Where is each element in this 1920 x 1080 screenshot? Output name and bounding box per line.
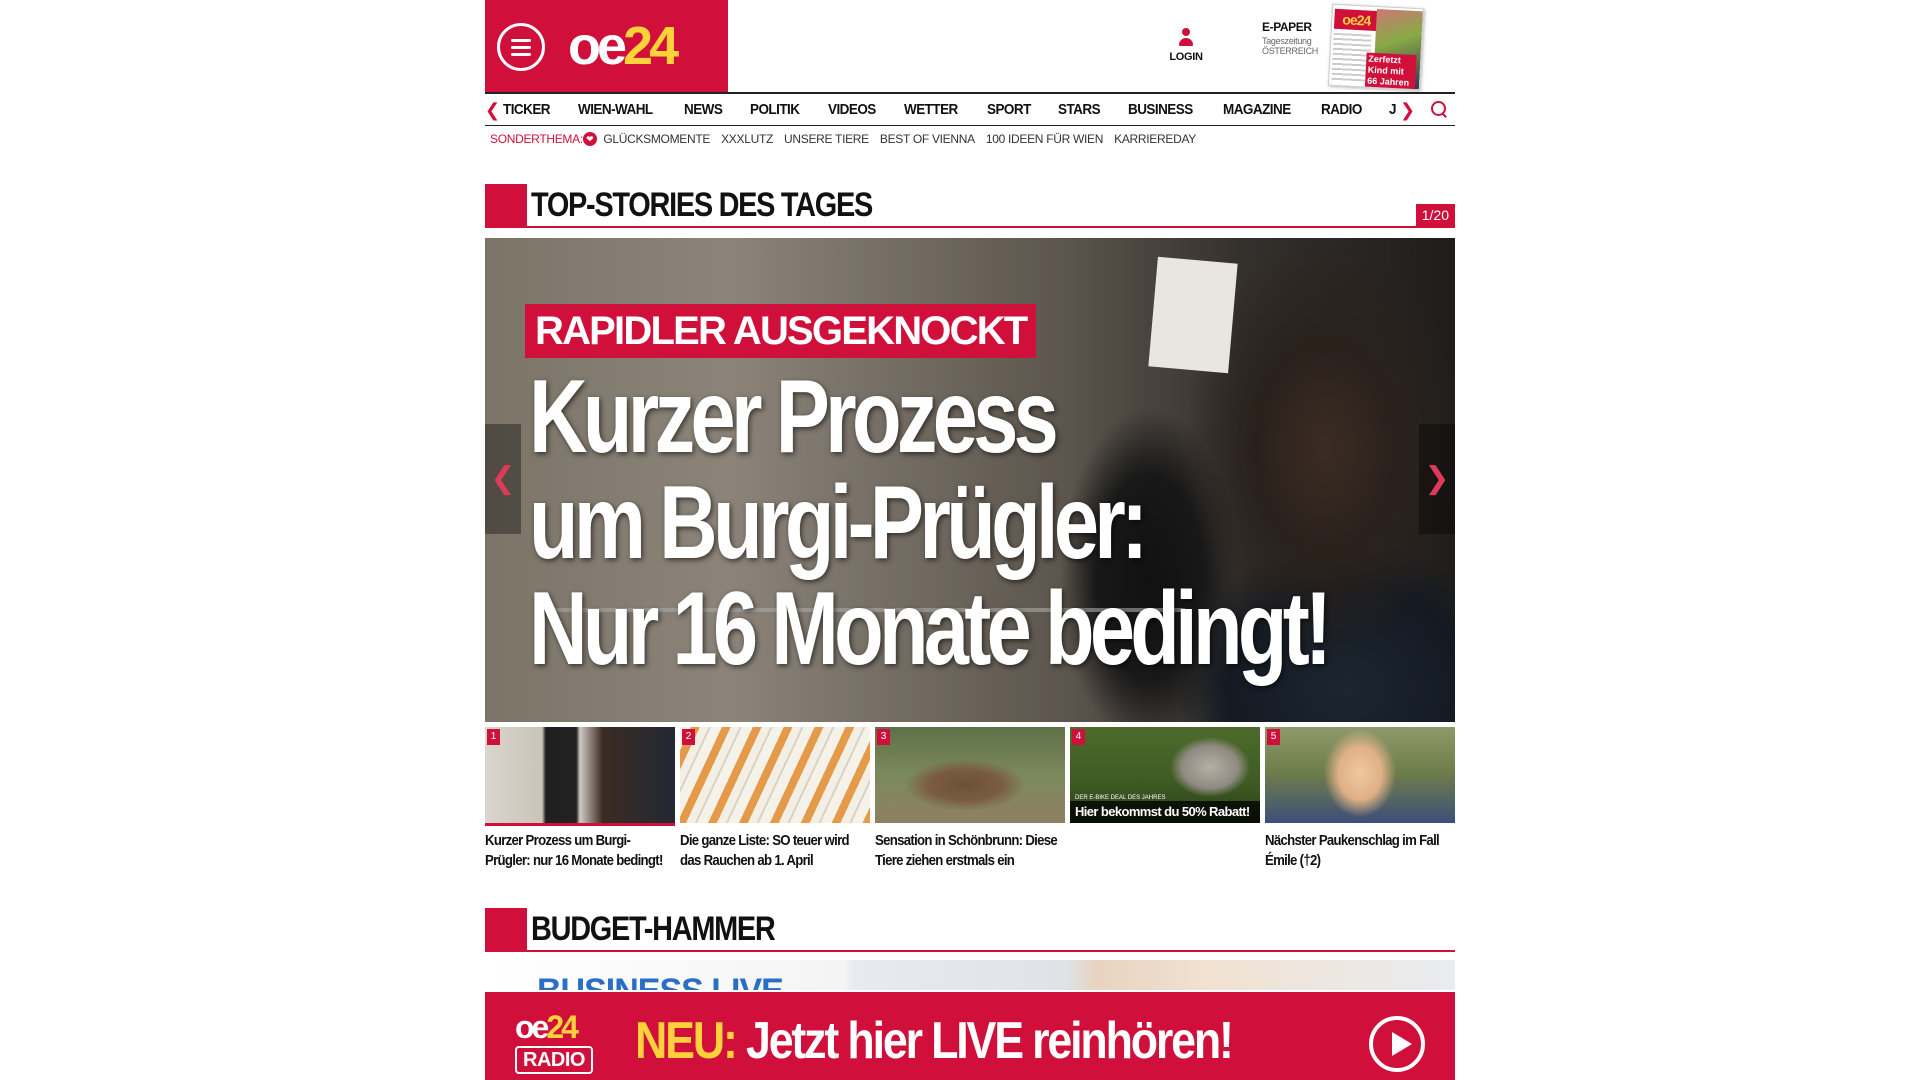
nav-item-wetter[interactable]: WETTER <box>904 94 958 126</box>
nav-item-business[interactable]: BUSINESS <box>1128 94 1193 126</box>
budget-story-preview[interactable]: BUSINESS LIVE <box>485 960 1455 990</box>
ad-strip: Hier bekommst du 50% Rabatt! <box>1070 801 1260 823</box>
radio-banner-text: NEU: Jetzt hier LIVE reinhören! <box>635 1006 1234 1076</box>
radio-logo-label: RADIO <box>515 1046 593 1074</box>
user-icon <box>1178 28 1194 48</box>
radio-logo: oe24 RADIO <box>515 1010 607 1080</box>
login-button[interactable]: LOGIN <box>1165 28 1207 63</box>
main-nav: ❮ TICKER WIEN-WAHL NEWS POLITIK VIDEOS WETTER… <box>485 92 1455 126</box>
epaper-cover-mast: oe24 <box>1333 8 1379 32</box>
special-topic-item[interactable]: 100 IDEEN FÜR WIEN <box>986 128 1104 150</box>
nav-item-ticker[interactable]: TICKER <box>503 94 551 126</box>
slider-next-icon[interactable]: ❯ <box>1419 424 1455 534</box>
section-rule <box>527 950 1455 952</box>
story-thumb-number: 2 <box>682 729 695 745</box>
heart-icon: ❤ <box>582 131 597 146</box>
radio-logo-main: oe <box>515 1009 549 1045</box>
top-stories-header: TOP-STORIES DES TAGES 1/20 <box>485 184 1455 228</box>
story-thumb-caption: Nächster Paukenschlag im Fall Émile (†2) <box>1265 832 1440 869</box>
hero-headline-line: Nur 16 Monate bedingt! <box>529 571 1332 687</box>
story-thumb-image: 2 <box>680 727 870 823</box>
search-icon[interactable] <box>1431 101 1447 117</box>
nav-item-videos[interactable]: VIDEOS <box>828 94 876 126</box>
story-thumb-number: 3 <box>877 729 890 745</box>
epaper-subtitle: Tageszeitung <box>1262 36 1312 46</box>
page: oe24 LOGIN E-PAPER Tageszeitung ÖSTERREI… <box>485 0 1455 1080</box>
story-thumb-image: 5 <box>1265 727 1455 823</box>
play-icon[interactable] <box>1369 1016 1425 1072</box>
logo-area: oe24 <box>485 0 728 92</box>
section-rule <box>527 226 1455 228</box>
story-thumb-caption: Die ganze Liste: SO teuer wird das Rauch… <box>680 832 850 869</box>
special-topic-item[interactable]: GLÜCKSMOMENTE <box>603 128 710 150</box>
special-topic-item[interactable]: UNSERE TIERE <box>784 128 869 150</box>
budget-preview-text: BUSINESS LIVE <box>537 974 784 990</box>
special-topics-bar: SONDERTHEMA: ❤ GLÜCKSMOMENTE XXXLUTZ UNSERE… <box>485 128 1455 150</box>
login-label: LOGIN <box>1169 51 1203 63</box>
active-indicator <box>485 823 675 826</box>
nav-item-news[interactable]: NEWS <box>684 94 723 126</box>
special-topic-item[interactable]: BEST OF VIENNA <box>880 128 975 150</box>
budget-header: BUDGET-HAMMER <box>485 908 1455 952</box>
hero-kicker: RAPIDLER AUSGEKNOCKT <box>525 304 1037 358</box>
nav-scroll-left-icon[interactable]: ❮ <box>485 100 500 120</box>
story-thumb-caption: Sensation in Schönbrunn: Diese Tiere zie… <box>875 832 1058 869</box>
hero-image-detail <box>1148 256 1238 374</box>
slider-prev-icon[interactable]: ❮ <box>485 424 521 534</box>
story-thumb-2[interactable]: 2 Die ganze Liste: SO teuer wird das Rau… <box>680 727 870 871</box>
hamburger-menu-icon[interactable] <box>497 23 545 71</box>
nav-item-magazine[interactable]: MAGAZINE <box>1223 94 1291 126</box>
radio-cta: Jetzt hier LIVE reinhören! <box>745 1012 1234 1070</box>
site-header: oe24 LOGIN E-PAPER Tageszeitung ÖSTERREI… <box>485 0 1455 92</box>
story-thumb-image: 1 <box>485 727 675 823</box>
epaper-region: ÖSTERREICH <box>1262 46 1319 56</box>
story-thumbnails: 1 Kurzer Prozess um Burgi-Prügler: nur 1… <box>485 727 1455 892</box>
radio-banner[interactable]: oe24 RADIO NEU: Jetzt hier LIVE reinhöre… <box>485 992 1455 1080</box>
section-marker <box>485 184 527 228</box>
radio-logo-accent: 24 <box>546 1009 579 1045</box>
story-thumb-number: 4 <box>1072 729 1085 745</box>
epaper-link[interactable]: E-PAPER Tageszeitung ÖSTERREICH <box>1262 20 1332 56</box>
story-thumb-caption: Kurzer Prozess um Burgi-Prügler: nur 16 … <box>485 832 663 869</box>
nav-scroll-right-icon[interactable]: ❯ <box>1400 100 1415 120</box>
nav-item-radio[interactable]: RADIO <box>1321 94 1362 126</box>
nav-items: TICKER WIEN-WAHL NEWS POLITIK VIDEOS WETTER SP… <box>503 94 1396 126</box>
nav-item-wien-wahl[interactable]: WIEN-WAHL <box>578 94 653 126</box>
story-thumb-3[interactable]: 3 Sensation in Schönbrunn: Diese Tiere z… <box>875 727 1065 871</box>
special-topic-item[interactable]: XXXLUTZ <box>721 128 773 150</box>
hero-story[interactable]: RAPIDLER AUSGEKNOCKT Kurzer Prozess um B… <box>485 238 1455 722</box>
epaper-cover-caption: Zerfetzt Kind mit 66 Jahren <box>1364 52 1417 91</box>
top-stories-title: TOP-STORIES DES TAGES <box>531 186 873 224</box>
epaper-title: E-PAPER <box>1262 20 1312 34</box>
hero-headline-line: um Burgi-Prügler: <box>529 465 1148 581</box>
story-thumb-number: 5 <box>1267 729 1280 745</box>
hero-headline-line: Kurzer Prozess <box>529 359 1059 475</box>
special-topics-label: SONDERTHEMA: <box>490 132 583 146</box>
story-thumb-image: 3 <box>875 727 1065 823</box>
slide-counter: 1/20 <box>1415 204 1455 226</box>
nav-item-politik[interactable]: POLITIK <box>750 94 800 126</box>
story-thumb-5[interactable]: 5 Nächster Paukenschlag im Fall Émile (†… <box>1265 727 1455 871</box>
nav-item-stars[interactable]: STARS <box>1058 94 1101 126</box>
story-thumb-4-ad[interactable]: 4 DER E-BIKE DEAL DES JAHRES Hier bekomm… <box>1070 727 1260 823</box>
budget-title: BUDGET-HAMMER <box>531 910 776 948</box>
story-thumb-1[interactable]: 1 Kurzer Prozess um Burgi-Prügler: nur 1… <box>485 727 675 871</box>
site-logo[interactable]: oe24 <box>568 10 679 82</box>
story-thumb-number: 1 <box>487 729 500 745</box>
radio-new-label: NEU: <box>635 1012 738 1070</box>
hero-headline: Kurzer Prozess um Burgi-Prügler: Nur 16 … <box>529 359 1332 687</box>
section-marker <box>485 908 527 952</box>
nav-item-sport[interactable]: SPORT <box>987 94 1031 126</box>
nav-item-job[interactable]: JOB <box>1389 94 1396 126</box>
epaper-cover[interactable]: oe24 Zerfetzt Kind mit 66 Jahren <box>1327 3 1425 91</box>
special-topic-item[interactable]: KARRIEREDAY <box>1114 128 1196 150</box>
story-thumb-image: 4 DER E-BIKE DEAL DES JAHRES Hier bekomm… <box>1070 727 1260 823</box>
